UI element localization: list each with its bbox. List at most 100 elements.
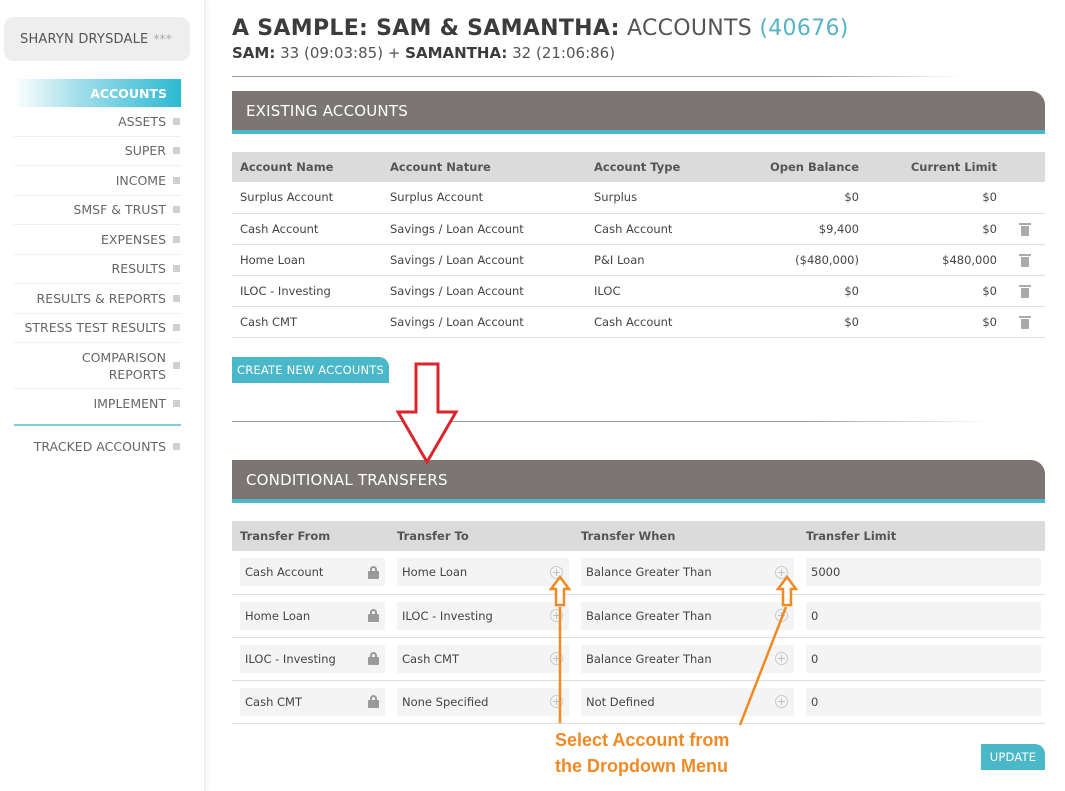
sidebar-item-accounts[interactable]: ACCOUNTS — [14, 79, 181, 107]
sidebar-item-implement[interactable]: IMPLEMENT — [14, 389, 181, 419]
column-header[interactable]: Open Balance — [736, 152, 867, 182]
transfer-limit-input[interactable]: 0 — [806, 601, 1041, 630]
table-cell-action — [1005, 306, 1045, 338]
sidebar-item-results-reports[interactable]: RESULTS & REPORTS — [14, 284, 181, 314]
column-header[interactable]: Account Nature — [382, 152, 586, 182]
sidebar-item-label: SUPER — [124, 143, 166, 159]
transfer-limit-input[interactable]: 5000 — [806, 558, 1041, 587]
table-cell: $0 — [867, 213, 1005, 245]
sidebar-item-smsf-trust[interactable]: SMSF & TRUST — [14, 196, 181, 225]
table-cell: 0 — [798, 637, 1045, 681]
sidebar-item-super[interactable]: SUPER — [14, 137, 181, 166]
field-value: Home Loan — [402, 565, 468, 580]
conditional-transfers-header: CONDITIONAL TRANSFERS — [232, 460, 1045, 503]
trash-icon[interactable] — [1019, 315, 1031, 329]
table-cell: Surplus Account — [232, 182, 382, 214]
square-icon — [173, 400, 180, 408]
field-value: Home Loan — [245, 608, 311, 623]
annotation-arrows — [548, 575, 799, 726]
sidebar-item-comparison-reports[interactable]: COMPARISON REPORTS — [14, 343, 181, 389]
sidebar-item-expenses[interactable]: EXPENSES — [14, 225, 181, 255]
table-row[interactable]: Cash Account Savings / Loan Account Cash A… — [232, 213, 1045, 245]
table-row[interactable]: Cash CMT Savings / Loan Account Cash Accou… — [232, 306, 1045, 338]
column-header[interactable]: Transfer Limit — [798, 521, 1045, 551]
column-header[interactable]: Current Limit — [867, 152, 1005, 182]
table-cell: $0 — [736, 275, 867, 307]
user-stars: *** — [153, 32, 173, 46]
table-cell: Cash Account — [232, 551, 389, 595]
sidebar-item-tracked-accounts[interactable]: TRACKED ACCOUNTS — [14, 432, 181, 462]
table-cell: Savings / Loan Account — [382, 244, 586, 276]
table-cell-action — [1005, 244, 1045, 276]
sidebar-item-label: ASSETS — [118, 113, 166, 129]
up-arrow-icon — [548, 575, 572, 607]
square-icon — [173, 324, 180, 332]
transfer-limit-input[interactable]: 0 — [806, 687, 1041, 716]
user-box[interactable]: SHARYN DRYSDALE *** — [4, 17, 190, 61]
table-row[interactable]: Home Loan Savings / Loan Account P&I Loan(… — [232, 244, 1045, 276]
sidebar-item-assets[interactable]: ASSETS — [14, 107, 181, 137]
table-row[interactable]: ILOC - Investing Savings / Loan Account IL… — [232, 275, 1045, 307]
down-arrow-icon — [396, 362, 459, 465]
page-title: A SAMPLE: SAM & SAMANTHA: ACCOUNTS (4067… — [232, 16, 849, 41]
table-cell-action — [1005, 275, 1045, 307]
sidebar-item-stress-test-results[interactable]: STRESS TEST RESULTS — [14, 314, 181, 343]
column-header[interactable]: Account Type — [586, 152, 736, 182]
nav-divider — [14, 423, 181, 426]
table-cell: Surplus Account — [382, 182, 586, 214]
field-value: ILOC - Investing — [245, 651, 336, 666]
column-header[interactable]: Transfer When — [573, 521, 798, 551]
square-icon — [173, 206, 180, 214]
table-cell: $0 — [867, 306, 1005, 338]
person1-detail: 33 (09:03:85) + — [280, 44, 401, 62]
column-header[interactable]: Account Name — [232, 152, 382, 182]
sidebar-item-label: INCOME — [115, 172, 166, 188]
column-header[interactable]: Transfer From — [232, 521, 389, 551]
field-value: Cash CMT — [245, 694, 302, 709]
transfer-limit-input[interactable]: 0 — [806, 644, 1041, 673]
table-cell: ILOC - Investing — [232, 275, 382, 307]
transfer-from-field: Home Loan — [240, 601, 385, 630]
sidebar-item-results[interactable]: RESULTS — [14, 255, 181, 284]
sidebar-item-label: STRESS TEST RESULTS — [24, 320, 166, 336]
table-cell: $0 — [736, 306, 867, 338]
sidebar-item-income[interactable]: INCOME — [14, 166, 181, 196]
square-icon — [173, 235, 180, 243]
table-cell: ILOC — [586, 275, 736, 307]
sidebar-item-label: COMPARISON REPORTS — [81, 349, 166, 382]
title-count: (40676) — [759, 16, 849, 41]
table-cell: Home Loan — [232, 594, 389, 638]
table-cell: 0 — [798, 594, 1045, 638]
create-new-accounts-button[interactable]: CREATE NEW ACCOUNTS — [232, 357, 389, 383]
sidebar-nav: ACCOUNTS ASSETS SUPER INCOME SMSF & TRUS… — [14, 79, 181, 461]
square-icon — [173, 176, 180, 184]
annotation-line: Select Account from — [555, 730, 730, 750]
table-row[interactable]: Surplus Account Surplus Account Surplus $0 $… — [232, 182, 1045, 214]
trash-icon[interactable] — [1019, 222, 1031, 236]
sidebar-item-label: TRACKED ACCOUNTS — [33, 438, 166, 454]
lock-icon — [368, 609, 379, 622]
field-value: Cash Account — [245, 565, 324, 580]
square-icon — [173, 442, 180, 450]
update-button[interactable]: UPDATE — [981, 744, 1045, 770]
column-header[interactable]: Transfer To — [389, 521, 573, 551]
field-value: ILOC - Investing — [402, 608, 493, 623]
up-arrow-icon — [775, 575, 799, 607]
sidebar-item-label: ACCOUNTS — [90, 85, 167, 101]
trash-icon[interactable] — [1019, 253, 1031, 267]
square-icon — [173, 294, 180, 302]
field-value: Cash CMT — [402, 651, 459, 666]
field-value: 0 — [811, 608, 819, 623]
divider — [232, 76, 962, 77]
lock-icon — [368, 652, 379, 665]
table-cell: $9,400 — [736, 213, 867, 245]
table-cell: ILOC - Investing — [232, 637, 389, 681]
field-value: 0 — [811, 651, 819, 666]
user-name: SHARYN DRYSDALE — [20, 31, 149, 47]
table-cell: Cash CMT — [232, 306, 382, 338]
trash-icon[interactable] — [1019, 284, 1031, 298]
square-icon — [173, 117, 180, 125]
table-cell: $480,000 — [867, 244, 1005, 276]
table-cell: $0 — [736, 182, 867, 214]
field-value: 5000 — [811, 565, 841, 580]
